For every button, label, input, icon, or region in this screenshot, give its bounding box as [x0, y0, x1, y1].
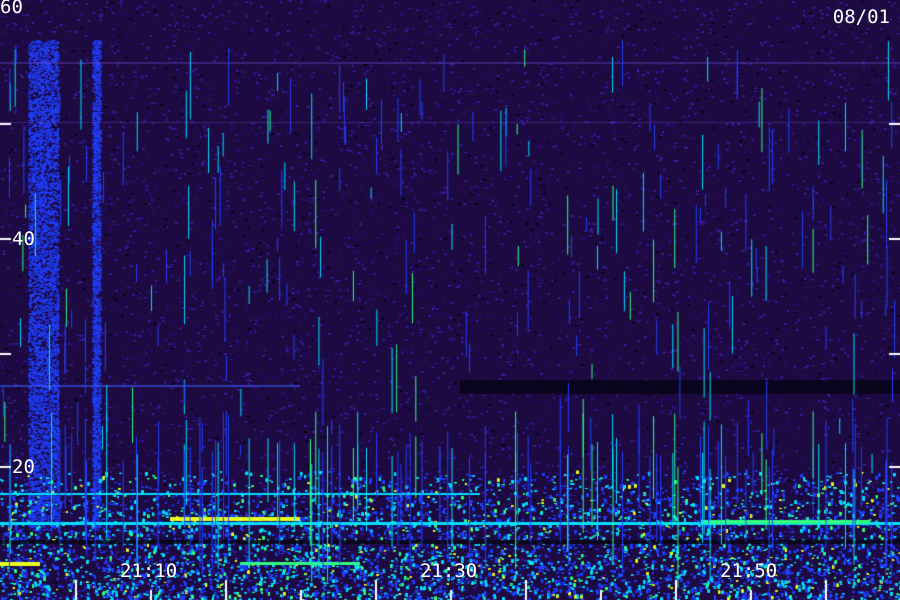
spectrogram-canvas — [0, 0, 900, 600]
y-tick-label-40: 40 — [12, 228, 35, 250]
date-label: 08/01 — [832, 6, 890, 28]
time-label-2110: 21:10 — [120, 560, 178, 582]
time-label-2130: 21:30 — [420, 560, 478, 582]
time-label-2150: 21:50 — [720, 560, 778, 582]
y-tick-label-20: 20 — [12, 456, 35, 478]
y-tick-label-60: 60 — [0, 0, 23, 18]
spectrogram-display: 60 40 20 08/01 21:10 21:30 21:50 — [0, 0, 900, 600]
